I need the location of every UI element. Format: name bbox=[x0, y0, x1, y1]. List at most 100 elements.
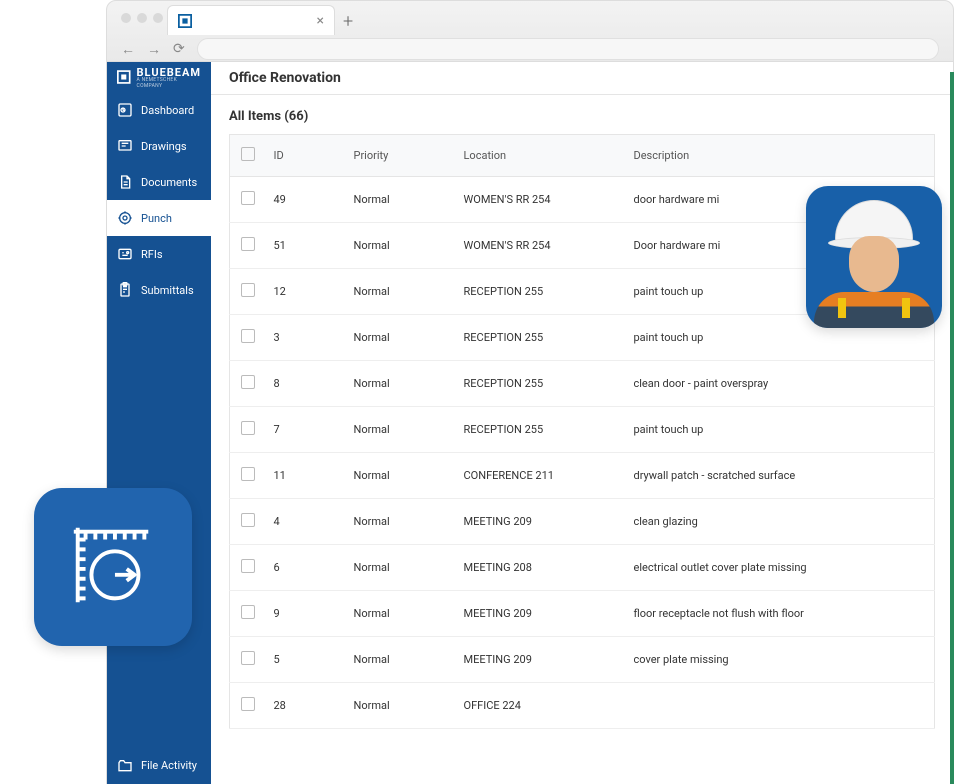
col-description[interactable]: Description bbox=[626, 135, 935, 177]
cell-location: RECEPTION 255 bbox=[456, 361, 626, 407]
page-header: Office Renovation bbox=[211, 62, 953, 95]
row-checkbox-cell bbox=[230, 683, 266, 729]
table-row[interactable]: 5NormalMEETING 209cover plate missing bbox=[230, 637, 935, 683]
cell-priority: Normal bbox=[346, 499, 456, 545]
cell-id: 5 bbox=[266, 637, 346, 683]
traffic-light-minimize[interactable] bbox=[137, 13, 147, 23]
col-location[interactable]: Location bbox=[456, 135, 626, 177]
select-all-checkbox[interactable] bbox=[241, 147, 255, 161]
rfis-icon bbox=[117, 246, 133, 262]
row-checkbox-cell bbox=[230, 177, 266, 223]
cell-location: RECEPTION 255 bbox=[456, 407, 626, 453]
construction-worker-avatar bbox=[806, 186, 942, 328]
cell-description: electrical outlet cover plate missing bbox=[626, 545, 935, 591]
folder-icon bbox=[117, 758, 133, 774]
cell-description: paint touch up bbox=[626, 407, 935, 453]
row-checkbox[interactable] bbox=[241, 697, 255, 711]
cell-location: WOMEN'S RR 254 bbox=[456, 223, 626, 269]
main-content: Office Renovation All Items (66) ID Prio… bbox=[211, 62, 953, 784]
nav-back-icon[interactable]: ← bbox=[121, 41, 135, 58]
cell-priority: Normal bbox=[346, 683, 456, 729]
cell-description: clean glazing bbox=[626, 499, 935, 545]
cell-location: RECEPTION 255 bbox=[456, 315, 626, 361]
sidebar: BLUEBEAM A NEMETSCHEK COMPANY Dashboard … bbox=[107, 62, 211, 784]
nav-reload-icon[interactable]: ⟳ bbox=[173, 41, 185, 57]
table-row[interactable]: 7NormalRECEPTION 255paint touch up bbox=[230, 407, 935, 453]
cell-description: cover plate missing bbox=[626, 637, 935, 683]
right-edge-accent bbox=[950, 72, 954, 784]
measurement-app-tile[interactable] bbox=[34, 488, 192, 646]
sidebar-item-file-activity[interactable]: File Activity bbox=[107, 748, 211, 784]
address-bar[interactable] bbox=[197, 38, 939, 60]
table-row[interactable]: 6NormalMEETING 208electrical outlet cove… bbox=[230, 545, 935, 591]
row-checkbox[interactable] bbox=[241, 605, 255, 619]
cell-id: 9 bbox=[266, 591, 346, 637]
sidebar-item-rfis[interactable]: RFIs bbox=[107, 236, 211, 272]
row-checkbox[interactable] bbox=[241, 421, 255, 435]
row-checkbox[interactable] bbox=[241, 375, 255, 389]
ruler-compass-icon bbox=[64, 518, 162, 616]
cell-id: 3 bbox=[266, 315, 346, 361]
traffic-light-zoom[interactable] bbox=[153, 13, 163, 23]
browser-chrome: × + ← → ⟳ bbox=[106, 0, 954, 62]
new-tab-button[interactable]: + bbox=[343, 11, 353, 32]
table-header-row: ID Priority Location Description bbox=[230, 135, 935, 177]
cell-id: 28 bbox=[266, 683, 346, 729]
row-checkbox[interactable] bbox=[241, 559, 255, 573]
row-checkbox[interactable] bbox=[241, 329, 255, 343]
table-row[interactable]: 4NormalMEETING 209clean glazing bbox=[230, 499, 935, 545]
row-checkbox-cell bbox=[230, 453, 266, 499]
traffic-light-close[interactable] bbox=[121, 13, 131, 23]
cell-location: CONFERENCE 211 bbox=[456, 453, 626, 499]
cell-id: 11 bbox=[266, 453, 346, 499]
sidebar-item-label: RFIs bbox=[141, 248, 163, 261]
sidebar-item-drawings[interactable]: Drawings bbox=[107, 128, 211, 164]
submittals-icon bbox=[117, 282, 133, 298]
drawings-icon bbox=[117, 138, 133, 154]
cell-priority: Normal bbox=[346, 591, 456, 637]
row-checkbox[interactable] bbox=[241, 513, 255, 527]
table-row[interactable]: 9NormalMEETING 209floor receptacle not f… bbox=[230, 591, 935, 637]
documents-icon bbox=[117, 174, 133, 190]
row-checkbox[interactable] bbox=[241, 237, 255, 251]
window-controls bbox=[121, 13, 163, 23]
table-row[interactable]: 8NormalRECEPTION 255clean door - paint o… bbox=[230, 361, 935, 407]
row-checkbox[interactable] bbox=[241, 283, 255, 297]
row-checkbox[interactable] bbox=[241, 651, 255, 665]
sidebar-item-dashboard[interactable]: Dashboard bbox=[107, 92, 211, 128]
table-row[interactable]: 28NormalOFFICE 224 bbox=[230, 683, 935, 729]
row-checkbox-cell bbox=[230, 637, 266, 683]
row-checkbox[interactable] bbox=[241, 467, 255, 481]
brand-logo[interactable]: BLUEBEAM A NEMETSCHEK COMPANY bbox=[107, 62, 211, 92]
nav-forward-icon[interactable]: → bbox=[147, 41, 161, 58]
col-priority[interactable]: Priority bbox=[346, 135, 456, 177]
cell-description: floor receptacle not flush with floor bbox=[626, 591, 935, 637]
cell-priority: Normal bbox=[346, 637, 456, 683]
sidebar-item-documents[interactable]: Documents bbox=[107, 164, 211, 200]
row-checkbox-cell bbox=[230, 591, 266, 637]
sidebar-item-label: Drawings bbox=[141, 140, 187, 153]
cell-priority: Normal bbox=[346, 407, 456, 453]
page-title: Office Renovation bbox=[229, 70, 935, 86]
row-checkbox[interactable] bbox=[241, 191, 255, 205]
sidebar-item-submittals[interactable]: Submittals bbox=[107, 272, 211, 308]
cell-location: MEETING 209 bbox=[456, 499, 626, 545]
cell-id: 6 bbox=[266, 545, 346, 591]
cell-location: RECEPTION 255 bbox=[456, 269, 626, 315]
row-checkbox-cell bbox=[230, 361, 266, 407]
col-checkbox bbox=[230, 135, 266, 177]
bluebeam-favicon-icon bbox=[178, 14, 192, 28]
cell-id: 49 bbox=[266, 177, 346, 223]
bluebeam-logo-icon bbox=[117, 69, 131, 85]
col-id[interactable]: ID bbox=[266, 135, 346, 177]
brand-sub: A NEMETSCHEK COMPANY bbox=[137, 77, 201, 89]
table-row[interactable]: 11NormalCONFERENCE 211drywall patch - sc… bbox=[230, 453, 935, 499]
row-checkbox-cell bbox=[230, 223, 266, 269]
close-tab-icon[interactable]: × bbox=[317, 13, 324, 29]
browser-tab[interactable]: × bbox=[167, 5, 335, 35]
sidebar-item-punch[interactable]: Punch bbox=[107, 200, 211, 236]
cell-priority: Normal bbox=[346, 223, 456, 269]
cell-id: 12 bbox=[266, 269, 346, 315]
sidebar-item-label: File Activity bbox=[141, 760, 197, 772]
cell-location: MEETING 208 bbox=[456, 545, 626, 591]
